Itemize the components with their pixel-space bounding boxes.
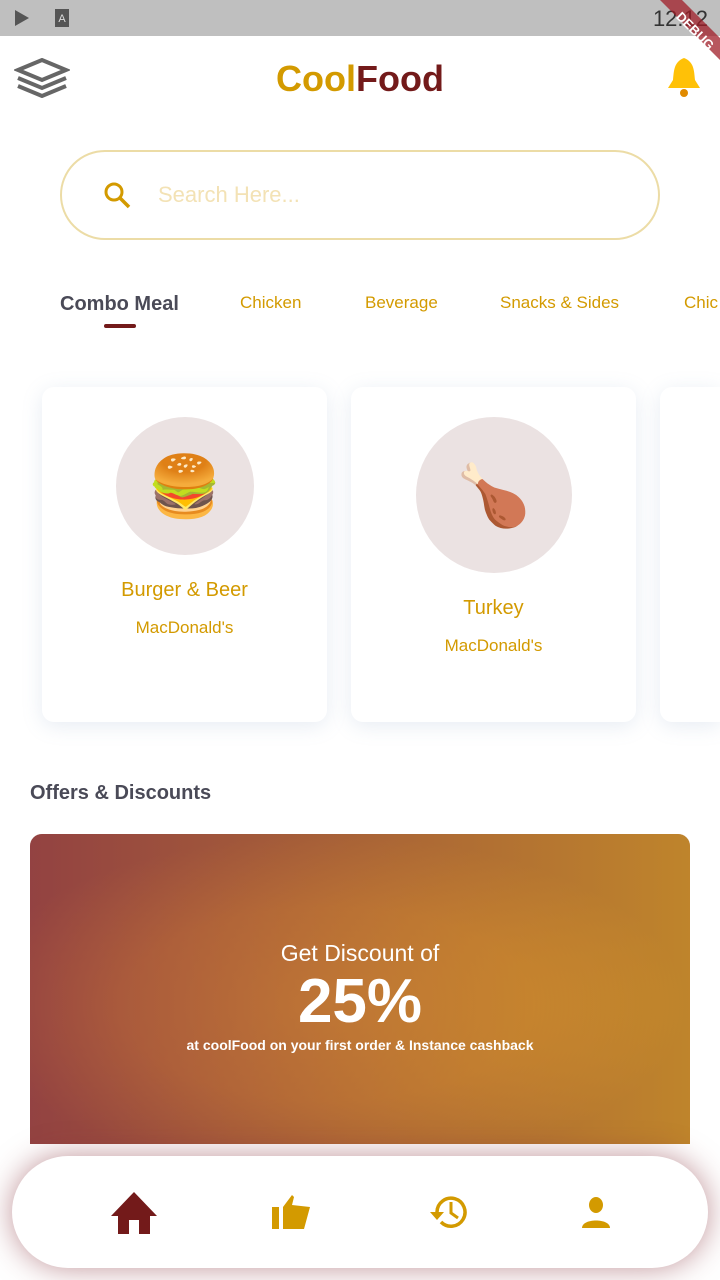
play-store-icon — [15, 10, 29, 26]
search-input[interactable] — [158, 182, 578, 208]
svg-text:A: A — [58, 13, 66, 25]
offers-heading: Offers & Discounts — [30, 782, 212, 804]
tab-beverage[interactable]: Beverage — [365, 293, 438, 313]
title-food: Food — [356, 58, 444, 99]
thumbs-up-icon[interactable] — [271, 1193, 314, 1231]
home-icon[interactable] — [109, 1190, 159, 1234]
food-brand: MacDonald's — [444, 636, 543, 655]
offer-banner[interactable]: Get Discount of 25% at coolFood on your … — [30, 834, 690, 1144]
debug-banner: DEBUG — [660, 0, 720, 60]
offer-line1: Get Discount of — [280, 940, 440, 966]
app-icon: A — [55, 9, 69, 27]
tab-combo-meal[interactable]: Combo Meal — [60, 293, 179, 328]
food-name: Turkey — [463, 597, 524, 619]
tab-snacks-sides[interactable]: Snacks & Sides — [500, 293, 619, 313]
food-card-partial[interactable] — [660, 387, 720, 722]
offer-line2: at coolFood on your first order & Instan… — [186, 1037, 534, 1053]
app-header: CoolFood — [0, 36, 720, 120]
food-card[interactable]: 🍔 Burger & Beer MacDonald's — [42, 387, 327, 722]
offer-percent: 25% — [297, 967, 423, 1036]
search-icon — [104, 182, 131, 209]
tab-chic[interactable]: Chic — [684, 293, 718, 313]
category-tabs: Combo Meal Chicken Beverage Snacks & Sid… — [0, 290, 720, 340]
title-cool: Cool — [276, 58, 356, 99]
search-bar[interactable] — [60, 150, 660, 240]
food-card[interactable]: 🍗 Turkey MacDonald's — [351, 387, 636, 722]
history-icon[interactable] — [427, 1194, 467, 1230]
food-image: 🍗 — [415, 417, 572, 573]
food-image: 🍔 — [115, 417, 254, 555]
app-title: CoolFood — [0, 58, 720, 100]
food-brand: MacDonald's — [135, 618, 234, 637]
tab-chicken[interactable]: Chicken — [240, 293, 301, 313]
food-name: Burger & Beer — [121, 579, 248, 601]
person-icon[interactable] — [580, 1196, 612, 1228]
status-bar: A 12:12 — [0, 0, 720, 36]
bottom-nav — [12, 1156, 708, 1268]
